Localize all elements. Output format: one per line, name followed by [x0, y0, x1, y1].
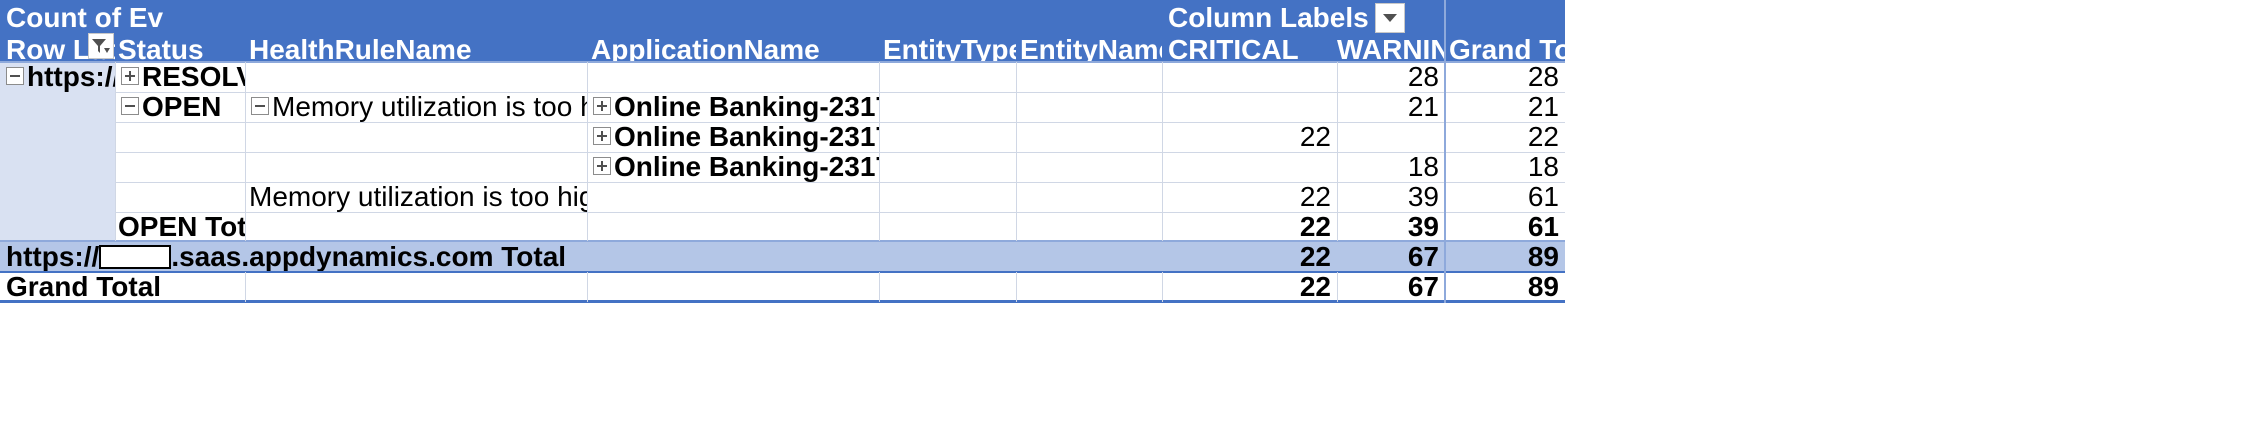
header-bottom-border	[0, 61, 1565, 63]
col-grandtotal-header[interactable]: Grand Total	[1445, 38, 1565, 62]
healthrule-memory-label: Memory utilization is too high	[272, 92, 587, 122]
app-uat7[interactable]: Online Banking-2317-UAT7	[587, 152, 879, 182]
grid-line	[115, 182, 1565, 183]
r3-warning	[1337, 122, 1445, 152]
column-labels-label: Column Labels	[1168, 2, 1369, 33]
r1-total: 28	[1527, 62, 1559, 92]
grid-line	[1162, 62, 1163, 241]
status-open-total: OPEN Total	[118, 212, 245, 241]
expand-plus-icon[interactable]	[593, 126, 611, 145]
status-resolved-label: RESOLVED	[142, 62, 245, 92]
url-total-suffix: .saas.appdynamics.com Total	[171, 241, 567, 272]
grid-line	[1016, 272, 1017, 302]
column-labels-header[interactable]: Column Labels	[1162, 0, 1445, 38]
r2-critical	[1162, 92, 1337, 122]
status-open[interactable]: OPEN	[115, 92, 245, 122]
r7-total: 89	[1527, 241, 1559, 272]
grid-line	[115, 122, 1565, 123]
col-applicationname-label: ApplicationName	[591, 38, 820, 62]
col-grandtotal-label: Grand Total	[1449, 38, 1565, 62]
r1-warning: 28	[1407, 62, 1439, 92]
col-healthrulename-label: HealthRuleName	[249, 38, 472, 62]
r3-critical: 22	[1299, 122, 1331, 152]
healthrule-memory-total: Memory utilization is too high Total	[249, 182, 587, 212]
grid-line	[115, 62, 116, 241]
filter-dropdown-icon[interactable]	[88, 33, 114, 59]
url-total-label: https:// .saas.appdynamics.com Total	[0, 241, 1162, 272]
collapse-minus-icon[interactable]	[251, 96, 269, 115]
r2-warning: 21	[1407, 92, 1439, 122]
r6-total: 61	[1527, 212, 1559, 241]
r8-warning: 67	[1407, 272, 1439, 302]
healthrule-memory[interactable]: Memory utilization is too high	[245, 92, 587, 122]
grid-line	[1016, 62, 1017, 241]
col-critical-header[interactable]: CRITICAL	[1162, 38, 1337, 62]
grid-line	[879, 62, 880, 241]
r6-warning: 39	[1407, 212, 1439, 241]
redaction-box	[99, 244, 172, 269]
col-critical-label: CRITICAL	[1168, 38, 1299, 62]
r4-total: 18	[1527, 152, 1559, 182]
col-warning-header[interactable]: WARNING	[1337, 38, 1445, 62]
app-uat4-label: Online Banking-2317-UAT4	[614, 122, 879, 152]
expand-plus-icon[interactable]	[593, 96, 611, 115]
r6-critical: 22	[1299, 212, 1331, 241]
grandtotal-col-divider	[1444, 0, 1446, 303]
collapse-minus-icon[interactable]	[6, 66, 24, 85]
subtotal-top-border	[0, 240, 1565, 242]
app-uat1[interactable]: Online Banking-2317-UAT1	[587, 92, 879, 122]
col-status-header[interactable]: Status	[115, 38, 245, 62]
r4-critical	[1162, 152, 1337, 182]
grandtotal-top-border	[0, 271, 1565, 273]
grid-line	[115, 212, 1565, 213]
values-label: Count of Ev	[6, 2, 164, 33]
expand-plus-icon[interactable]	[121, 66, 139, 85]
status-open-label: OPEN	[142, 92, 222, 122]
col-applicationname-header[interactable]: ApplicationName	[587, 38, 879, 62]
grid-line	[879, 272, 880, 302]
expand-plus-icon[interactable]	[593, 156, 611, 175]
r5-total: 61	[1527, 182, 1559, 212]
grand-total-label: Grand Total	[6, 272, 162, 302]
header-blank	[1445, 0, 1565, 38]
r8-critical: 22	[1299, 272, 1331, 302]
grandtotal-bottom-border	[0, 300, 1565, 303]
r7-warning: 67	[1407, 241, 1439, 272]
r1-critical	[1162, 62, 1337, 92]
r5-warning: 39	[1407, 182, 1439, 212]
status-resolved[interactable]: RESOLVED	[115, 62, 245, 92]
col-entitytype-header[interactable]: EntityType	[879, 38, 1016, 62]
r8-total: 89	[1527, 272, 1559, 302]
app-uat4[interactable]: Online Banking-2317-UAT4	[587, 122, 879, 152]
r2-total: 21	[1527, 92, 1559, 122]
r3-total: 22	[1527, 122, 1559, 152]
r7-critical: 22	[1299, 241, 1331, 272]
col-entityname-label: EntityName	[1020, 38, 1162, 62]
chevron-down-icon[interactable]	[1374, 2, 1405, 33]
grid-line	[245, 62, 246, 241]
grid-line	[1337, 272, 1338, 302]
grid-line	[115, 92, 1565, 93]
url-total-prefix: https://	[6, 241, 100, 272]
grid-line	[587, 272, 588, 302]
grid-line	[115, 152, 1565, 153]
row-label-url-text: https://u	[27, 62, 115, 92]
r4-warning: 18	[1407, 152, 1439, 182]
values-field-header[interactable]: Count of Ev	[0, 0, 1162, 38]
col-warning-label: WARNING	[1337, 38, 1445, 62]
col-entityname-header[interactable]: EntityName	[1016, 38, 1162, 62]
collapse-minus-icon[interactable]	[121, 96, 139, 115]
col-status-label: Status	[118, 38, 204, 62]
grid-line	[587, 62, 588, 241]
app-uat1-label: Online Banking-2317-UAT1	[614, 92, 879, 122]
pivot-table: Count of Ev Column Labels Row Lab Status…	[0, 0, 2253, 439]
col-healthrulename-header[interactable]: HealthRuleName	[245, 38, 587, 62]
r5-critical: 22	[1299, 182, 1331, 212]
grid-line	[245, 272, 246, 302]
col-entitytype-label: EntityType	[883, 38, 1016, 62]
row-label-url[interactable]: https://u	[0, 62, 115, 92]
app-uat7-label: Online Banking-2317-UAT7	[614, 152, 879, 182]
grid-line	[1162, 272, 1163, 302]
grid-line	[1337, 62, 1338, 241]
